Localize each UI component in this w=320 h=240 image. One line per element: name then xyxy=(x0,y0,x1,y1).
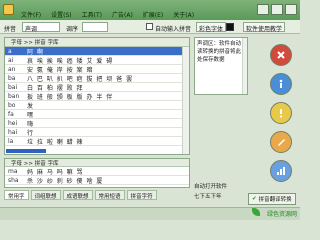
watermark: 绿色资源网 xyxy=(266,211,297,218)
chart-button[interactable] xyxy=(270,160,292,182)
chars-cell: 垃 拉 啦 喇 蜡 辣 xyxy=(27,138,84,146)
pinyin-cell: ban xyxy=(8,92,20,100)
convert-button-label: 拼音翻译转换 xyxy=(258,197,292,203)
color-font-button[interactable]: 彩色字体 xyxy=(196,22,227,33)
chars-cell: 扳 班 般 颁 板 版 办 半 伴 xyxy=(27,93,114,101)
toolbar: 拼音 声调 调序 自动输入拼音 彩色字体 软件使用教学 xyxy=(0,20,300,34)
menu-tools[interactable]: 工具(T) xyxy=(82,10,102,20)
mode-select[interactable]: 声调 xyxy=(22,22,60,33)
menu-extend[interactable]: 扩展(E) xyxy=(143,10,163,20)
chars-cell: 杀 沙 纱 刹 砂 傻 啥 厦 xyxy=(27,177,104,185)
autotext-option[interactable]: 自动打开软件 xyxy=(194,182,227,190)
pinyin-cell: la xyxy=(8,137,14,145)
stop-icon xyxy=(277,51,285,59)
chars-cell: 妈 麻 马 吗 嘛 骂 xyxy=(27,168,84,176)
tone-option[interactable]: 七下五下年 xyxy=(194,192,227,200)
chars-cell: 嘿 xyxy=(27,111,35,119)
tab-pinyin-chars[interactable]: 拼音字符 xyxy=(126,190,157,200)
sort-select[interactable] xyxy=(82,22,108,32)
pinyin-cell: bo xyxy=(8,101,16,109)
stop-button[interactable] xyxy=(270,44,292,66)
notes-panel[interactable]: 声调区：软件自动读转换的拼音将此处保存数据 xyxy=(194,37,248,95)
convert-button[interactable]: ✔ 拼音翻译转换 xyxy=(248,193,296,205)
pinyin-cell: ma xyxy=(8,167,18,175)
pinyin-cell: bai xyxy=(8,83,18,91)
menu-about[interactable]: 关于(A) xyxy=(173,10,194,20)
chars-cell: 发 xyxy=(27,102,35,110)
auto-pinyin-checkbox[interactable] xyxy=(146,23,153,30)
pinyin-cell: fa xyxy=(8,110,14,118)
check-icon: ✔ xyxy=(252,196,257,202)
edit-button[interactable] xyxy=(270,131,292,153)
chart-icon xyxy=(277,167,285,175)
menu-ads[interactable]: 广告(A) xyxy=(112,10,133,20)
alert-icon xyxy=(279,109,283,118)
side-buttons xyxy=(270,44,292,182)
pinyin-cell: ba xyxy=(8,74,16,82)
pinyin-cell: an xyxy=(8,65,16,73)
mode-label: 拼音 xyxy=(4,26,17,33)
tab-idiom-assoc[interactable]: 成语联想 xyxy=(62,190,93,200)
pinyin-cell: sha xyxy=(8,176,19,184)
info-icon xyxy=(279,79,283,88)
table-row[interactable]: sha 杀 沙 纱 刹 砂 傻 啥 厦 xyxy=(5,176,189,185)
maximize-button[interactable] xyxy=(271,4,283,15)
info-button[interactable] xyxy=(270,73,292,95)
chars-cell: 白 百 柏 摆 败 拜 xyxy=(27,84,84,92)
menu-file[interactable]: 文件(F) xyxy=(21,10,41,20)
pinyin-cell: hei xyxy=(8,119,18,127)
menu-settings[interactable]: 设置(S) xyxy=(51,10,72,20)
app-icon xyxy=(3,4,14,15)
minimize-button[interactable] xyxy=(257,4,269,15)
tab-common-chars[interactable]: 常用字 xyxy=(4,190,29,200)
notes-scrollbar[interactable] xyxy=(242,38,247,94)
chars-cell: 阿 啊 xyxy=(27,48,44,56)
tab-phrases[interactable]: 常用短语 xyxy=(94,190,125,200)
edit-icon xyxy=(278,139,285,146)
table-row[interactable]: la 垃 拉 啦 喇 蜡 辣 xyxy=(5,137,189,146)
alert-button[interactable] xyxy=(270,102,292,124)
tab-word-assoc[interactable]: 词组联想 xyxy=(30,190,61,200)
window-controls xyxy=(257,4,297,15)
chars-cell: 嗨 xyxy=(27,120,35,128)
menu-bar: 文件(F) 设置(S) 工具(T) 广告(A) 扩展(E) 关于(A) xyxy=(18,10,194,20)
pinyin-cell: ai xyxy=(8,56,14,64)
main-char-list[interactable]: 字母 >> 拼音 字库 a阿 啊 ai 哀 埃 挨 唉 癌 矮 艾 爱 碍 an 安 氨… xyxy=(4,37,190,155)
progress-bar xyxy=(6,149,46,153)
chars-cell: 哀 埃 挨 唉 癌 矮 艾 爱 碍 xyxy=(27,57,114,65)
pinyin-cell: hai xyxy=(8,128,18,136)
chars-cell: 安 氨 俺 岸 按 案 暗 xyxy=(27,66,94,74)
main-scrollbar[interactable] xyxy=(182,47,189,154)
bottom-tabs: 常用字 词组联想 成语联想 常用短语 拼音字符 xyxy=(4,190,157,200)
auto-pinyin-label: 自动输入拼音 xyxy=(155,26,192,33)
pinyin-cell: a xyxy=(8,47,12,55)
secondary-char-list[interactable]: 字母 >> 拼音 字库 ma 妈 麻 马 吗 嘛 骂 sha 杀 沙 纱 刹 砂 傻 … xyxy=(4,158,190,188)
chars-cell: 行 xyxy=(27,129,35,137)
close-button[interactable] xyxy=(285,4,297,15)
color-swatch[interactable] xyxy=(226,23,234,31)
options-area: 自动打开软件 七下五下年 xyxy=(194,182,227,200)
notes-text: 声调区：软件自动读转换的拼音将此处保存数据 xyxy=(197,41,242,63)
sort-label: 调序 xyxy=(66,26,79,33)
help-button[interactable]: 软件使用教学 xyxy=(243,22,286,33)
chars-cell: 八 巴 叭 扒 吧 疤 拔 把 坝 爸 罢 xyxy=(27,75,134,83)
